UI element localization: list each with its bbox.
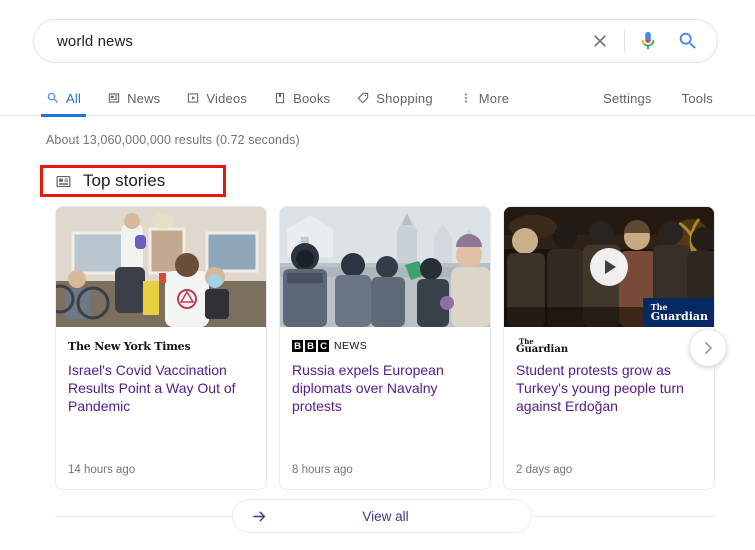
story-card-body: The New York Times Israel's Covid Vaccin… — [56, 327, 266, 489]
top-stories-label: Top stories — [83, 171, 166, 190]
play-triangle-icon — [605, 260, 616, 274]
story-card[interactable]: The Guardian The Guardian Student protests… — [503, 206, 715, 490]
story-headline[interactable]: Student protests grow as Turkey's young … — [516, 361, 702, 415]
bbc-letter: B — [292, 340, 303, 352]
result-stats: About 13,060,000,000 results (0.72 secon… — [46, 133, 300, 147]
price-tag-icon — [356, 91, 370, 105]
story-card-body: The Guardian Student protests grow as Tur… — [504, 327, 714, 489]
tab-news[interactable]: News — [107, 80, 160, 116]
play-button[interactable] — [590, 248, 628, 286]
newspaper-icon — [107, 91, 121, 105]
guardian-badge-the: The — [650, 302, 668, 312]
story-card[interactable]: B B C NEWS Russia expels European diplom… — [279, 206, 491, 490]
arrow-right-icon — [251, 508, 268, 525]
story-timestamp: 8 hours ago — [292, 464, 353, 476]
tab-more[interactable]: More — [459, 80, 509, 116]
story-timestamp: 14 hours ago — [68, 464, 136, 476]
tab-label: More — [478, 90, 510, 106]
story-thumbnail — [56, 207, 266, 327]
view-all-label: View all — [362, 508, 409, 524]
tab-label: News — [127, 90, 161, 106]
close-icon[interactable] — [586, 27, 614, 55]
carousel-next-button[interactable] — [690, 330, 726, 366]
search-bar-container — [33, 19, 718, 63]
tab-label: Videos — [206, 90, 248, 106]
story-source: The Guardian — [516, 337, 702, 355]
top-stories-heading: Top stories — [40, 165, 226, 197]
more-vertical-icon — [459, 91, 473, 105]
tools-link[interactable]: Tools — [682, 91, 713, 106]
search-nav-bar: All News Videos Books Shopping More Sett… — [0, 80, 755, 117]
tab-label: All — [66, 90, 82, 106]
active-tab-underline — [41, 114, 87, 117]
search-divider — [624, 30, 625, 52]
search-bar[interactable] — [33, 19, 718, 63]
story-headline[interactable]: Russia expels European diplomats over Na… — [292, 361, 478, 415]
story-thumbnail — [280, 207, 490, 327]
chevron-right-icon — [704, 341, 712, 355]
bbc-logo: B B C NEWS — [292, 340, 367, 352]
tab-all[interactable]: All — [41, 80, 87, 117]
tab-label: Books — [293, 90, 331, 106]
newspaper-icon — [55, 173, 72, 190]
tab-label: Shopping — [376, 90, 433, 106]
book-icon — [273, 91, 287, 105]
search-icon — [46, 91, 60, 105]
guardian-video-badge: The Guardian — [642, 298, 714, 327]
story-card[interactable]: The New York Times Israel's Covid Vaccin… — [55, 206, 267, 490]
tab-books[interactable]: Books — [273, 80, 330, 116]
settings-link[interactable]: Settings — [603, 91, 652, 106]
tab-videos[interactable]: Videos — [186, 80, 247, 116]
story-card-body: B B C NEWS Russia expels European diplom… — [280, 327, 490, 489]
bbc-letter: B — [305, 340, 316, 352]
view-all-button[interactable]: View all — [232, 499, 532, 533]
nav-right-links: Settings Tools — [573, 80, 713, 116]
story-source: B B C NEWS — [292, 338, 478, 354]
tab-shopping[interactable]: Shopping — [356, 80, 433, 116]
video-play-icon — [186, 91, 200, 105]
search-tabs: All News Videos Books Shopping More — [41, 80, 535, 117]
search-input[interactable] — [55, 31, 586, 51]
guardian-logo: The Guardian — [516, 337, 569, 355]
bbc-letter: C — [318, 340, 329, 352]
nyt-logo: The New York Times — [68, 339, 191, 353]
bbc-news-word: NEWS — [334, 340, 368, 352]
story-thumbnail: The Guardian — [504, 207, 714, 327]
search-icon[interactable] — [675, 27, 701, 55]
story-headline[interactable]: Israel's Covid Vaccination Results Point… — [68, 361, 254, 415]
guardian-the: The — [519, 337, 534, 346]
story-source: The New York Times — [68, 338, 254, 354]
story-timestamp: 2 days ago — [516, 464, 573, 476]
top-stories-carousel: The New York Times Israel's Covid Vaccin… — [55, 206, 715, 490]
microphone-icon[interactable] — [635, 27, 661, 55]
